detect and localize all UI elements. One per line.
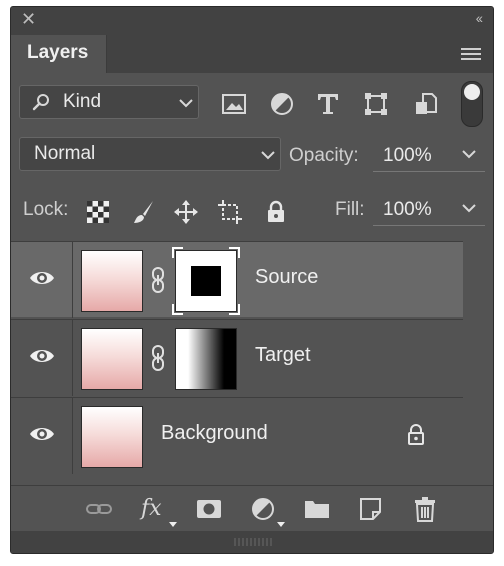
lock-artboard-icon[interactable] — [217, 199, 243, 225]
type-filter-icon[interactable] — [315, 91, 341, 117]
fill-label: Fill: — [335, 199, 365, 220]
image-filter-icon[interactable] — [221, 91, 247, 117]
bottom-toolbar: fx — [11, 485, 493, 530]
resize-grip-icon[interactable] — [233, 537, 273, 547]
eye-icon[interactable] — [29, 424, 55, 444]
filter-toggle-switch[interactable] — [461, 81, 483, 127]
collapse-panel-icon[interactable]: ‹‹ — [476, 10, 483, 26]
opacity-field[interactable]: 100% — [373, 137, 485, 172]
eye-icon[interactable] — [29, 268, 55, 288]
delete-layer-icon[interactable] — [411, 496, 439, 522]
lock-position-icon[interactable] — [173, 199, 199, 225]
new-group-icon[interactable] — [303, 496, 331, 522]
new-layer-icon[interactable] — [357, 496, 385, 522]
adjustment-filter-icon[interactable] — [269, 91, 295, 117]
layer-mask-thumbnail[interactable] — [175, 250, 237, 312]
visibility-column — [11, 398, 73, 474]
visibility-column — [11, 320, 73, 396]
lock-label: Lock: — [23, 199, 69, 220]
mask-link-icon[interactable] — [151, 344, 165, 372]
panel-titlebar: ✕ ‹‹ — [11, 7, 493, 35]
link-layers-icon[interactable] — [85, 496, 113, 522]
panel-resize-bar[interactable] — [11, 531, 493, 553]
smart-object-filter-icon[interactable] — [413, 91, 439, 117]
panel-tab-bar: Layers — [11, 35, 493, 73]
layer-name[interactable]: Background — [161, 422, 268, 445]
fx-icon[interactable]: fx — [141, 496, 169, 522]
fill-field[interactable]: 100% — [373, 191, 485, 226]
toggle-knob — [464, 84, 480, 100]
lock-row: Lock: Fill: 100% — [11, 187, 493, 235]
layer-thumbnail[interactable] — [81, 406, 143, 468]
layers-panel: ✕ ‹‹ Layers Kind Normal Opacity: 100% Lo… — [10, 6, 494, 554]
filter-row: Kind — [11, 75, 493, 133]
layer-row-source[interactable]: Source — [11, 241, 463, 318]
kind-filter-dropdown[interactable]: Kind — [19, 85, 199, 119]
lock-transparent-pixels-icon[interactable] — [85, 199, 111, 225]
shape-filter-icon[interactable] — [363, 91, 389, 117]
layers-list: Source Target Background — [11, 241, 463, 477]
close-icon[interactable]: ✕ — [21, 9, 36, 30]
opacity-value: 100% — [383, 145, 432, 166]
blend-mode-value: Normal — [34, 143, 96, 164]
panel-menu-icon[interactable] — [461, 48, 481, 62]
lock-image-pixels-icon[interactable] — [131, 199, 157, 225]
opacity-label: Opacity: — [289, 145, 359, 166]
add-mask-icon[interactable] — [195, 496, 223, 522]
layer-thumbnail[interactable] — [81, 250, 143, 312]
mask-link-icon[interactable] — [151, 266, 165, 294]
eye-icon[interactable] — [29, 346, 55, 366]
layer-name[interactable]: Source — [255, 266, 318, 289]
chevron-down-icon[interactable] — [461, 149, 477, 159]
layer-row-target[interactable]: Target — [11, 319, 463, 396]
blend-row: Normal Opacity: 100% — [11, 133, 493, 183]
chevron-down-icon — [179, 99, 193, 108]
chevron-down-icon — [261, 151, 275, 160]
layer-name[interactable]: Target — [255, 344, 311, 367]
fill-value: 100% — [383, 199, 432, 220]
visibility-column — [11, 242, 73, 318]
tab-layers-label: Layers — [27, 42, 89, 63]
fx-dropdown-arrow-icon — [169, 522, 177, 527]
layer-thumbnail[interactable] — [81, 328, 143, 390]
layer-lock-icon — [408, 424, 424, 445]
tab-layers[interactable]: Layers — [11, 35, 107, 73]
blend-mode-dropdown[interactable]: Normal — [19, 137, 281, 171]
layer-row-background[interactable]: Background — [11, 397, 463, 474]
mask-square-shape — [191, 266, 221, 296]
layer-mask-thumbnail[interactable] — [175, 328, 237, 390]
kind-filter-label: Kind — [63, 91, 102, 112]
lock-all-icon[interactable] — [263, 199, 289, 225]
adjustment-dropdown-arrow-icon — [277, 522, 285, 527]
chevron-down-icon[interactable] — [461, 203, 477, 213]
adjustment-layer-icon[interactable] — [249, 496, 277, 522]
layers-scrollbar[interactable] — [463, 241, 493, 477]
search-icon — [32, 94, 49, 111]
